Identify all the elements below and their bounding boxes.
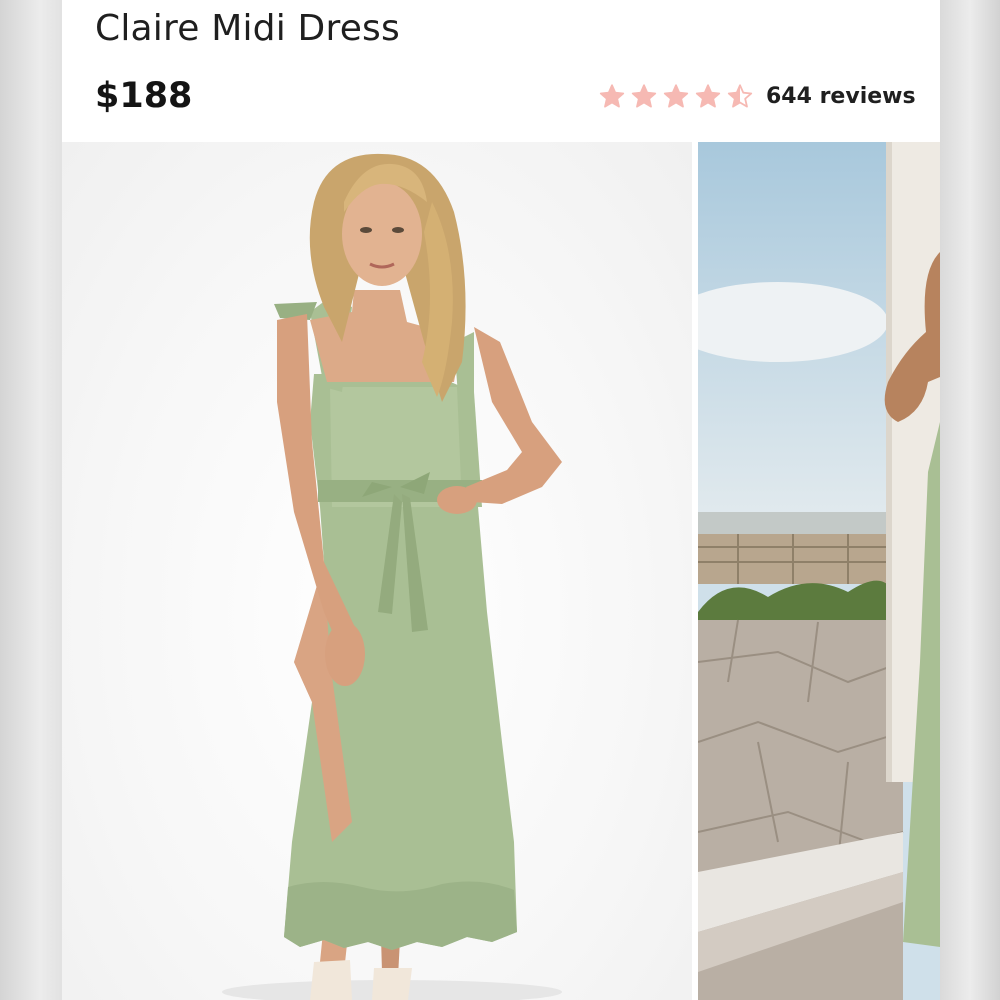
star-icon: [599, 83, 625, 108]
product-price: $188: [95, 76, 193, 116]
reviews-link[interactable]: 644 reviews: [766, 84, 916, 109]
rating-summary[interactable]: 644 reviews: [598, 80, 916, 112]
star-icon: [727, 83, 753, 108]
product-title: Claire Midi Dress: [95, 8, 400, 49]
gallery-image-main[interactable]: [62, 142, 692, 1000]
star-icon: [663, 83, 689, 108]
gallery-image-second[interactable]: [698, 142, 940, 1000]
star-icon: [631, 83, 657, 108]
product-page: Claire Midi Dress $188 644 reviews: [62, 0, 940, 1000]
star-rating: [598, 83, 758, 110]
star-icon: [695, 83, 721, 108]
model-front-photo: [222, 153, 562, 1000]
model-outdoor-photo: [698, 142, 940, 1000]
image-gallery[interactable]: [62, 142, 940, 1000]
